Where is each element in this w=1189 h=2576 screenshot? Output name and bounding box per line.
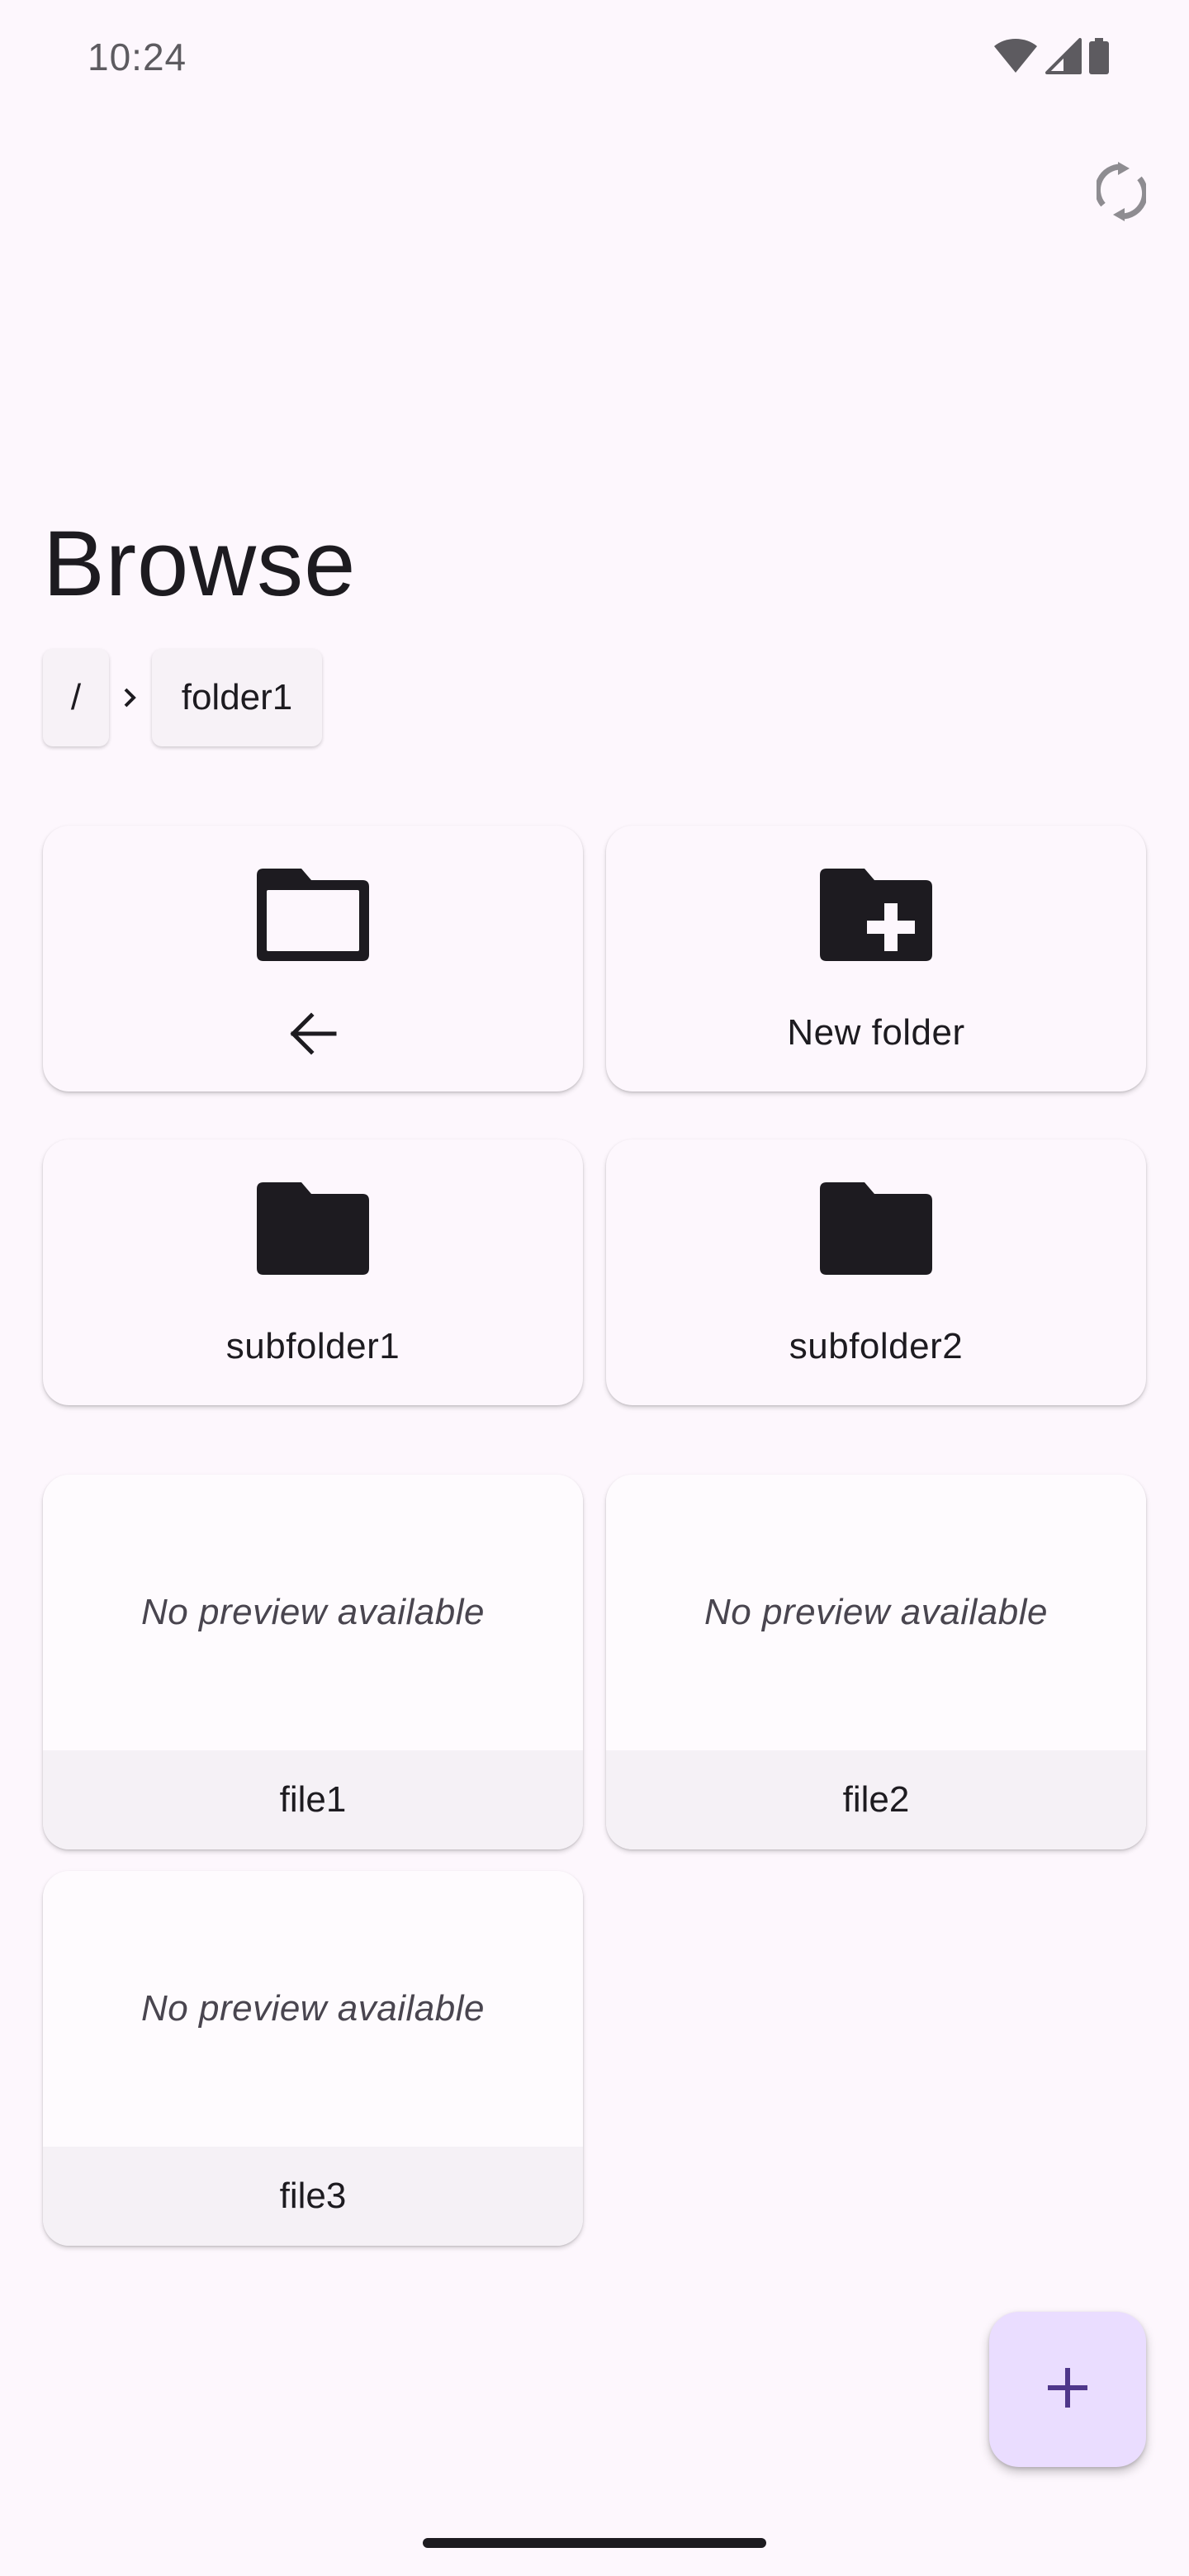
- refresh-button[interactable]: [1090, 161, 1153, 225]
- file-name: file3: [43, 2147, 583, 2246]
- add-icon: [1046, 2366, 1089, 2413]
- file-name: file2: [606, 1750, 1146, 1849]
- status-bar: 10:24: [0, 0, 1189, 116]
- parent-folder-card[interactable]: [43, 826, 583, 1091]
- add-fab-button[interactable]: [989, 2312, 1146, 2467]
- file-card-file2[interactable]: No preview available file2: [606, 1475, 1146, 1849]
- file-card-file1[interactable]: No preview available file1: [43, 1475, 583, 1849]
- folder-outline-icon: [253, 865, 372, 968]
- folder-label: subfolder2: [789, 1326, 964, 1366]
- folder-label: subfolder1: [225, 1326, 400, 1366]
- breadcrumb: / folder1: [43, 649, 322, 746]
- folder-card-subfolder1[interactable]: subfolder1: [43, 1139, 583, 1405]
- new-folder-label: New folder: [787, 1012, 965, 1053]
- page-title: Browse: [43, 512, 357, 615]
- folder-icon: [817, 1179, 936, 1282]
- chevron-right-icon: [109, 686, 152, 709]
- create-new-folder-icon: [817, 865, 936, 968]
- breadcrumb-root-button[interactable]: /: [43, 649, 109, 746]
- sync-icon: [1095, 161, 1148, 225]
- file-preview-placeholder: No preview available: [606, 1475, 1146, 1750]
- cellular-signal-icon: [1045, 38, 1082, 78]
- battery-icon: [1088, 38, 1110, 78]
- folder-card-subfolder2[interactable]: subfolder2: [606, 1139, 1146, 1405]
- file-card-file3[interactable]: No preview available file3: [43, 1871, 583, 2246]
- arrow-left-icon: [288, 1012, 338, 1059]
- file-preview-placeholder: No preview available: [43, 1475, 583, 1750]
- wifi-icon: [992, 38, 1039, 78]
- file-name: file1: [43, 1750, 583, 1849]
- home-indicator[interactable]: [423, 2538, 766, 2548]
- status-icons: [992, 38, 1110, 78]
- status-time: 10:24: [88, 36, 187, 78]
- file-preview-placeholder: No preview available: [43, 1871, 583, 2147]
- breadcrumb-current-folder[interactable]: folder1: [152, 649, 322, 746]
- folder-icon: [253, 1179, 372, 1282]
- new-folder-card[interactable]: New folder: [606, 826, 1146, 1091]
